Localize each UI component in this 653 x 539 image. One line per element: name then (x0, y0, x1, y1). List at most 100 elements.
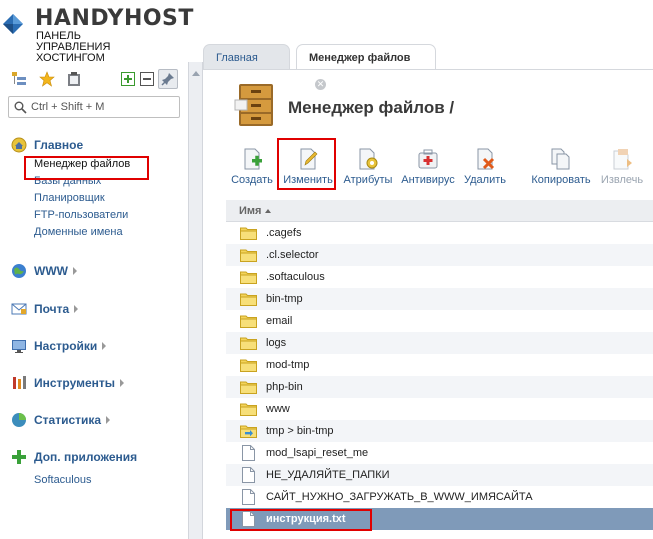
nav-section-tools[interactable]: Инструменты (10, 374, 185, 392)
nav-section-main: Главное Менеджер файлов Базы данных План… (10, 136, 185, 241)
create-button[interactable]: Создать (227, 145, 277, 189)
attributes-icon (359, 148, 378, 170)
file-cabinet-icon (234, 84, 273, 126)
logo-brand: HANDYHOST (35, 6, 194, 31)
file-name: mod-tmp (266, 359, 310, 371)
tools-icon (10, 374, 28, 392)
folder-icon (239, 357, 257, 373)
file-name: mod_lsapi_reset_me (266, 447, 369, 459)
attributes-button[interactable]: Атрибуты (341, 145, 395, 189)
nav-section-www[interactable]: WWW (10, 262, 185, 280)
nav-section-title: WWW (34, 264, 68, 278)
tab-file-manager[interactable]: Менеджер файлов✕ (296, 44, 436, 90)
file-name: www (266, 403, 290, 415)
table-row[interactable]: .cagefs (226, 222, 653, 244)
table-row[interactable]: САЙТ_НУЖНО_ЗАГРУЖАТЬ_В_WWW_ИМЯСАЙТА (226, 486, 653, 508)
file-table: Имя .cagefs .cl.selector .softaculous bin-t… (226, 200, 653, 530)
nav-section-stats[interactable]: Статистика (10, 411, 185, 429)
table-row[interactable]: tmp > bin-tmp (226, 420, 653, 442)
search-box[interactable] (8, 96, 180, 118)
attributes-label: Атрибуты (343, 174, 393, 186)
column-header-name[interactable]: Имя (226, 200, 653, 222)
sidebar-item-domains[interactable]: Доменные имена (34, 224, 185, 241)
nav-section-title: Главное (34, 138, 84, 152)
main-panel: Главная Менеджер файлов✕ Менеджер файлов… (203, 0, 653, 539)
expand-arrow-icon (72, 267, 77, 275)
file-name: bin-tmp (266, 293, 303, 305)
tree-view-icon[interactable] (10, 70, 28, 88)
nav-section-main-header[interactable]: Главное (10, 136, 185, 154)
nav-section-settings[interactable]: Настройки (10, 337, 185, 355)
collapse-sidebar-arrow-icon[interactable] (192, 71, 200, 76)
sidebar-item-scheduler[interactable]: Планировщик (34, 190, 185, 207)
extract-button[interactable]: Извлечь (597, 145, 647, 189)
file-icon (239, 445, 257, 461)
globe-icon (10, 262, 28, 280)
delete-button[interactable]: Удалить (461, 145, 509, 189)
favorites-star-icon[interactable] (38, 70, 56, 88)
file-icon (239, 467, 257, 483)
stats-icon (10, 411, 28, 429)
sidebar-item-ftp-users[interactable]: FTP-пользователи (34, 207, 185, 224)
file-name: email (266, 315, 293, 327)
nav-section-mail[interactable]: Почта (10, 300, 185, 318)
expand-all-icon[interactable] (119, 70, 137, 88)
pin-icon[interactable] (158, 69, 178, 89)
tab-bar: Главная Менеджер файлов✕ (203, 44, 653, 90)
folder-icon (239, 401, 257, 417)
collapse-all-icon[interactable] (138, 70, 156, 88)
antivirus-button[interactable]: Антивирус (399, 145, 457, 189)
tab-home[interactable]: Главная (203, 44, 290, 70)
delete-file-icon (477, 148, 495, 170)
sidebar-splitter[interactable] (188, 62, 203, 539)
settings-icon (10, 337, 28, 355)
tab-divider (203, 69, 653, 70)
table-row[interactable]: НЕ_УДАЛЯЙТЕ_ПАПКИ (226, 464, 653, 486)
file-icon (239, 489, 257, 505)
extract-label: Извлечь (600, 174, 644, 186)
copy-label: Копировать (531, 174, 591, 186)
nav-section-title: Настройки (34, 339, 98, 353)
antivirus-label: Антивирус (401, 174, 455, 186)
file-name: .cl.selector (266, 249, 319, 261)
clipboard-icon[interactable] (65, 70, 83, 88)
logo[interactable]: HANDYHOST ПАНЕЛЬ УПРАВЛЕНИЯ ХОСТИНГОМ (0, 4, 193, 64)
expand-arrow-icon (102, 342, 107, 350)
file-name: logs (266, 337, 287, 349)
copy-button[interactable]: Копировать (529, 145, 593, 189)
sidebar-item-softaculous[interactable]: Softaculous (34, 472, 185, 489)
nav-section-apps-header[interactable]: Доп. приложения (10, 448, 185, 466)
delete-label: Удалить (464, 174, 506, 186)
folder-icon (239, 247, 257, 263)
table-row[interactable]: .softaculous (226, 266, 653, 288)
nav-section-apps: Доп. приложения Softaculous (10, 448, 185, 489)
file-list: .cagefs .cl.selector .softaculous bin-tmp em… (226, 222, 653, 530)
file-name: php-bin (266, 381, 303, 393)
table-row[interactable]: email (226, 310, 653, 332)
tab-label: Главная (216, 52, 258, 64)
nav-section-title: Инструменты (34, 376, 116, 390)
sidebar: HANDYHOST ПАНЕЛЬ УПРАВЛЕНИЯ ХОСТИНГОМ Ct… (0, 0, 193, 539)
file-name: .cagefs (266, 227, 302, 239)
table-row[interactable]: mod_lsapi_reset_me (226, 442, 653, 464)
column-header-label: Имя (239, 205, 262, 217)
file-name: НЕ_УДАЛЯЙТЕ_ПАПКИ (266, 469, 390, 481)
table-row[interactable]: php-bin (226, 376, 653, 398)
extract-icon (613, 149, 632, 170)
search-input[interactable] (31, 99, 176, 115)
highlight-selected-file (230, 509, 372, 531)
search-icon (14, 101, 27, 114)
table-row[interactable]: .cl.selector (226, 244, 653, 266)
table-row[interactable]: mod-tmp (226, 354, 653, 376)
logo-subtitle-line: ХОСТИНГОМ (36, 52, 105, 64)
table-row[interactable]: logs (226, 332, 653, 354)
copy-icon (551, 148, 570, 170)
table-row[interactable]: bin-tmp (226, 288, 653, 310)
folder-link-icon (239, 423, 257, 439)
mail-icon (10, 300, 28, 318)
table-row[interactable]: www (226, 398, 653, 420)
page-header: Менеджер файлов / (233, 82, 653, 130)
sidebar-tools (8, 69, 183, 89)
plus-icon (10, 448, 28, 466)
folder-icon (239, 313, 257, 329)
